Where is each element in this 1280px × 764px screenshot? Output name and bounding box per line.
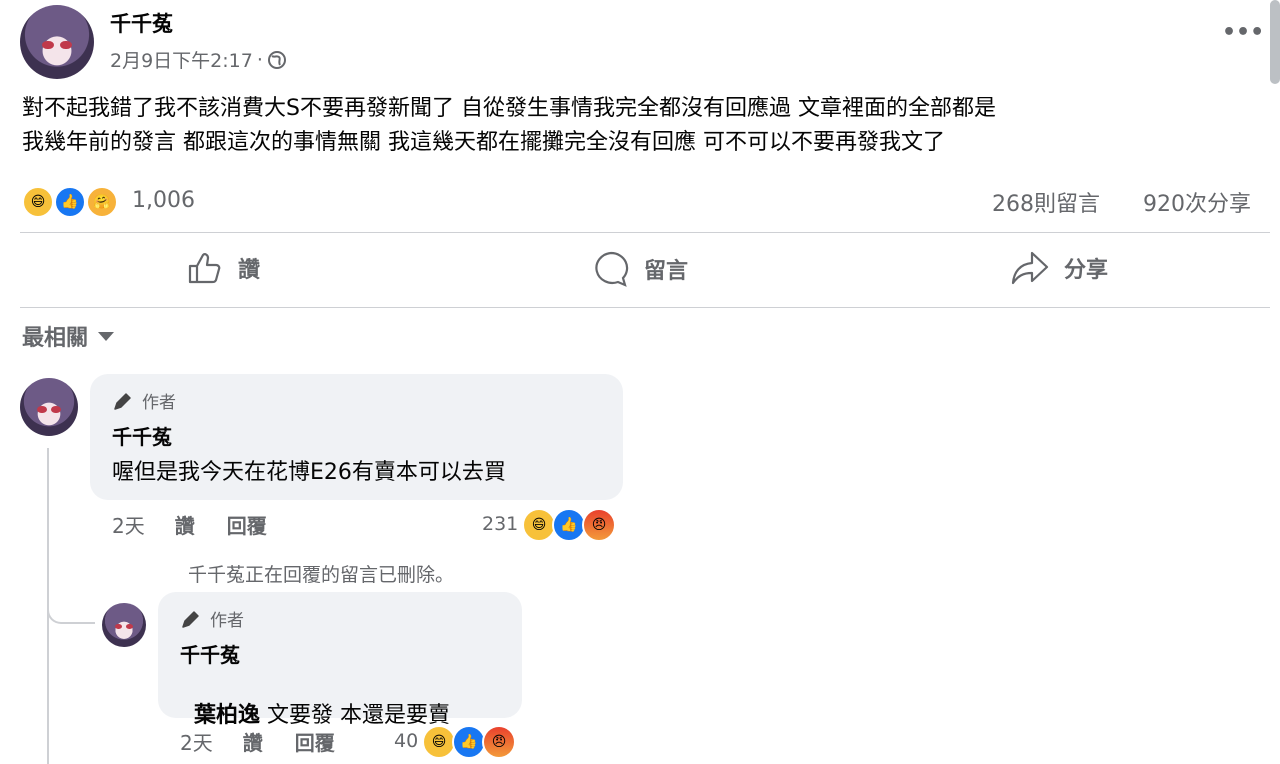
reply-author-avatar[interactable] [102,603,146,647]
author-badge-label: 作者 [142,393,176,413]
divider [20,307,1270,308]
like-label: 讚 [238,258,261,283]
like-reaction-icon: 👍 [552,508,586,542]
haha-reaction-icon: 😄 [422,725,456,759]
post-timestamp-row: 2月9日下午2:17 · [110,46,287,73]
comment-sort-label: 最相關 [22,326,89,351]
caret-down-icon [98,332,115,341]
comment-button[interactable]: 留言 [592,250,688,288]
post-author-name[interactable]: 千千菟 [110,8,173,38]
reply-reply-button[interactable]: 回覆 [295,727,335,756]
comment-reaction-count[interactable]: 231 [482,513,518,535]
pen-icon [114,392,131,410]
comment-label: 留言 [644,259,689,284]
author-badge-label: 作者 [210,611,244,631]
deleted-comment-notice: 千千菟正在回覆的留言已刪除。 [188,564,455,586]
like-button[interactable]: 讚 [186,250,260,286]
reply-meta: 2天 讚 回覆 [180,727,335,756]
reply-mention[interactable]: 葉柏逸 [194,703,260,728]
post-author-avatar[interactable] [20,5,94,79]
page-scrollbar[interactable] [1270,0,1280,84]
more-options-icon[interactable]: ••• [1222,22,1264,46]
post-text: 對不起我錯了我不該消費大S不要再發新聞了 自從發生事情我完全都沒有回應過 文章裡… [22,92,996,160]
author-badge: 作者 [112,388,176,413]
haha-reaction-icon: 😄 [522,508,556,542]
post-shares-count[interactable]: 920次分享 [1143,186,1251,218]
post-timestamp[interactable]: 2月9日下午2:17 [110,46,253,73]
angry-reaction-icon: 😠 [582,508,616,542]
comment-sort-dropdown[interactable]: 最相關 [22,320,116,352]
author-badge: 作者 [180,606,244,631]
comment-author-avatar[interactable] [20,378,78,436]
reply-like-button[interactable]: 讚 [243,727,263,756]
like-reaction-icon: 👍 [452,725,486,759]
reply-reactions[interactable]: 😄 👍 😠 [422,725,520,759]
comment-icon [595,251,629,287]
comment-meta: 2天 讚 回覆 [112,510,267,539]
thread-branch [47,592,95,624]
haha-reaction-icon: 😄 [22,186,54,218]
comment-text: 喔但是我今天在花博E26有賣本可以去買 [112,460,506,485]
globe-icon[interactable] [267,50,287,70]
post-text-line: 對不起我錯了我不該消費大S不要再發新聞了 自從發生事情我完全都沒有回應過 文章裡… [22,96,996,121]
share-button[interactable]: 分享 [1010,250,1108,286]
comment-author-name[interactable]: 千千菟 [112,421,172,450]
thumbs-up-icon [188,253,221,284]
reply-text: 葉柏逸 文要發 本還是要賣 [180,672,450,729]
post-reaction-count[interactable]: 1,006 [132,188,195,213]
post-text-line: 我幾年前的發言 都跟這次的事情無關 我這幾天都在擺攤完全沒有回應 可不可以不要再… [22,130,945,155]
timestamp-separator: · [256,48,263,71]
share-label: 分享 [1064,258,1109,283]
reply-time[interactable]: 2天 [180,727,213,756]
share-icon [1011,251,1049,285]
like-reaction-icon: 👍 [54,186,86,218]
post-comments-count[interactable]: 268則留言 [992,186,1100,218]
angry-reaction-icon: 😠 [482,725,516,759]
reply-author-name[interactable]: 千千菟 [180,639,240,668]
reply-reaction-count[interactable]: 40 [394,730,418,752]
comment-time[interactable]: 2天 [112,510,145,539]
pen-icon [182,610,199,628]
comment-reply-button[interactable]: 回覆 [227,510,267,539]
care-reaction-icon: 🤗 [86,186,118,218]
post-reactions[interactable]: 😄 👍 🤗 [22,186,124,218]
divider [20,232,1270,233]
comment-reactions[interactable]: 😄 👍 😠 [522,508,620,542]
comment-like-button[interactable]: 讚 [175,510,195,539]
